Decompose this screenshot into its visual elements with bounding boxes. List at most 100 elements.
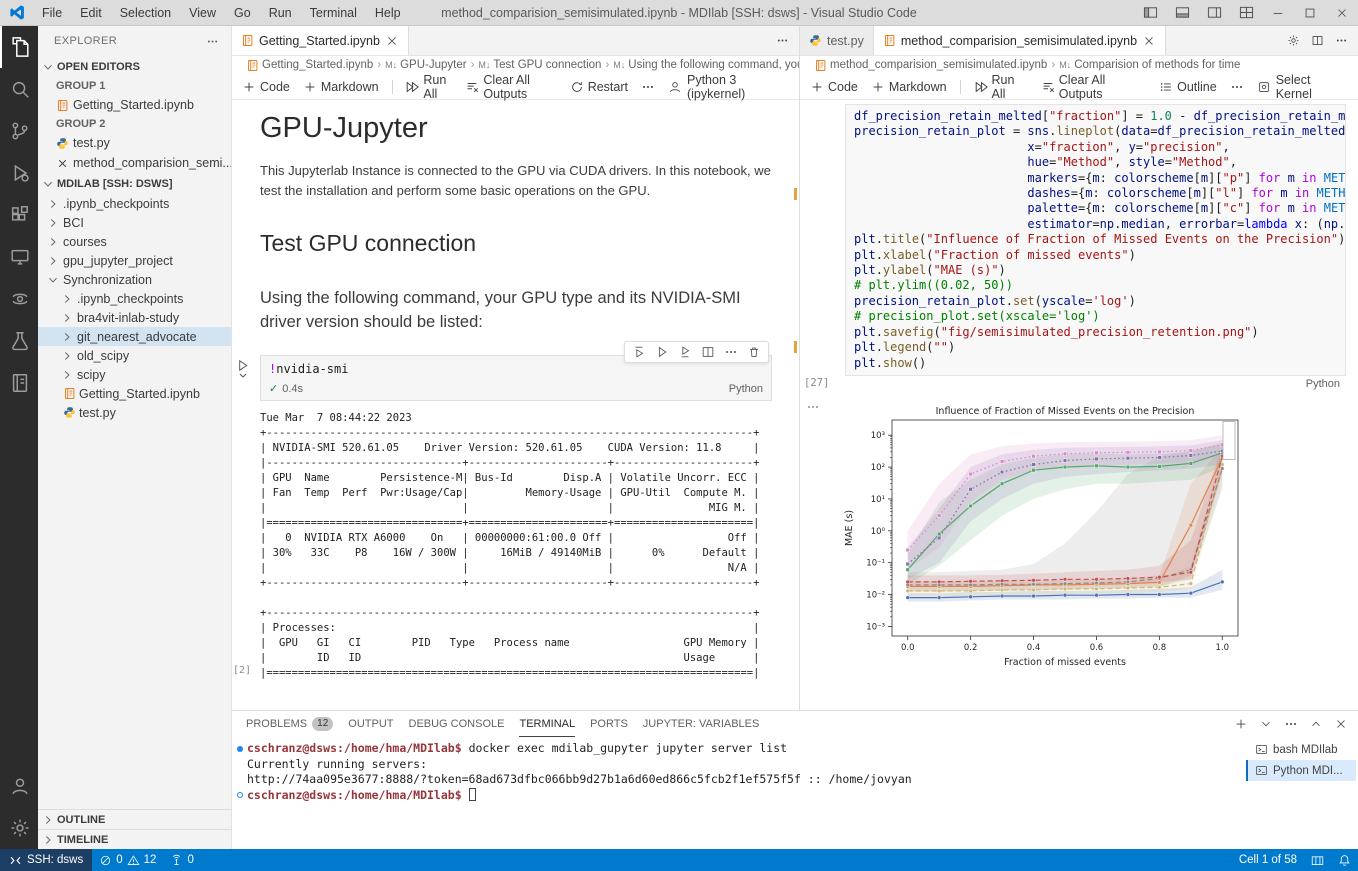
minimize-button[interactable] [1262,0,1294,25]
activitybar-extensions[interactable] [0,194,38,236]
problems-indicator[interactable]: 0 12 [92,849,163,871]
panel-tab-ports[interactable]: PORTS [590,711,628,737]
menu-file[interactable]: File [33,0,71,25]
menu-go[interactable]: Go [225,0,260,25]
breadcrumb-item[interactable]: method_comparision_semisimulated.ipynb [814,59,1047,72]
panel-tab-output[interactable]: OUTPUT [348,711,393,737]
notebook-settings-gear-icon[interactable] [1287,34,1300,47]
activitybar-jupyter[interactable] [0,278,38,320]
toolbar-outline[interactable]: Outline [1159,80,1217,94]
panel-more-actions-icon[interactable] [1284,717,1298,731]
toolbar-more[interactable] [641,80,655,94]
menu-terminal[interactable]: Terminal [301,0,366,25]
tree-item-synchronization[interactable]: Synchronization [38,270,231,289]
tab-test-py[interactable]: test.py [800,26,874,55]
menu-view[interactable]: View [180,0,225,25]
activitybar-settings[interactable] [0,807,38,849]
close-icon[interactable] [56,157,69,170]
panel-tab-debug-console[interactable]: DEBUG CONSOLE [409,711,505,737]
open-editor-item[interactable]: Getting_Started.ipynb [38,95,231,115]
panel-tab-terminal[interactable]: TERMINAL [519,711,576,737]
tab-method-comparision-semisimulated-ipynb[interactable]: method_comparision_semisimulated.ipynb [873,26,1167,55]
toolbar-more[interactable] [1230,80,1244,94]
activitybar-explorer[interactable] [0,26,38,68]
breadcrumb-item[interactable]: M↓ Test GPU connection [478,59,601,71]
command-decoration-icon[interactable] [232,792,247,799]
toolbar-clear-all-outputs[interactable]: Clear All Outputs [465,73,556,101]
terminal-instance-bash-mdilab[interactable]: bash MDIlab [1246,739,1356,760]
tree-item-gpu-jupyter-project[interactable]: gpu_jupyter_project [38,251,231,270]
ports-indicator[interactable]: 0 [163,849,200,871]
cell-indicator[interactable]: Cell 1 of 58 [1232,849,1304,871]
activitybar-testing[interactable] [0,320,38,362]
tree-item-ipynb-checkpoints[interactable]: .ipynb_checkpoints [38,289,231,308]
notifications-indicator[interactable] [1331,849,1358,871]
split-cell-icon[interactable] [701,345,715,359]
terminal-viewport[interactable]: cschranz@dsws:/home/hma/MDIlab$ docker e… [232,737,1246,849]
sidebar-section-timeline[interactable]: TIMELINE [38,829,231,849]
activitybar-remote-explorer[interactable] [0,236,38,278]
menu-edit[interactable]: Edit [71,0,111,25]
maximize-button[interactable] [1294,0,1326,25]
command-decoration-icon[interactable] [232,745,247,752]
close-tab-icon[interactable] [1142,34,1156,48]
open-editors-header[interactable]: OPEN EDITORS [38,56,231,77]
customize-layout-icon[interactable] [1230,0,1262,25]
breadcrumb-item[interactable]: M↓ Comparision of methods for time [1059,59,1240,71]
toolbar-run-all[interactable]: Run All [405,73,452,101]
tree-item-scipy[interactable]: scipy [38,365,231,384]
toolbar-clear-all-outputs[interactable]: Clear All Outputs [1041,73,1146,101]
terminal-dropdown-chevron-icon[interactable] [1259,717,1273,731]
sidebar-section-outline[interactable]: OUTLINE [38,809,231,829]
execute-below-icon[interactable] [678,345,692,359]
close-window-button[interactable] [1326,0,1358,25]
close-panel-icon[interactable] [1334,717,1348,731]
activitybar-run-debug[interactable] [0,152,38,194]
select-kernel-button[interactable]: Select Kernel [1257,73,1348,101]
editor-actions-more-icon[interactable] [776,34,789,47]
toolbar-run-all[interactable]: Run All [974,73,1028,101]
activitybar-account[interactable] [0,765,38,807]
panel-tab-problems[interactable]: PROBLEMS 12 [246,711,334,737]
breadcrumb-item[interactable]: Getting_Started.ipynb [246,59,373,72]
menu-run[interactable]: Run [260,0,301,25]
toggle-secondary-sidebar-icon[interactable] [1198,0,1230,25]
toolbar-code[interactable]: Code [810,80,858,94]
tree-item-getting-started-ipynb[interactable]: Getting_Started.ipynb [38,384,231,403]
breadcrumb-item[interactable]: M↓ GPU-Jupyter [385,59,466,71]
terminal-instance-python-mdi[interactable]: Python MDI... [1246,760,1356,781]
maximize-panel-icon[interactable] [1309,717,1323,731]
tree-item-courses[interactable]: courses [38,232,231,251]
activitybar-search[interactable] [0,68,38,110]
tree-item-bra4vit-inlab-study[interactable]: bra4vit-inlab-study [38,308,231,327]
menu-help[interactable]: Help [366,0,410,25]
menu-selection[interactable]: Selection [111,0,180,25]
tree-item-old-scipy[interactable]: old_scipy [38,346,231,365]
editor-actions-more-icon[interactable] [1335,34,1348,47]
breadcrumb-item[interactable]: M↓Using the following command, your GPU … [613,59,799,71]
panel-tab-jupyter-variables[interactable]: JUPYTER: VARIABLES [643,711,760,737]
tree-item-test-py[interactable]: test.py [38,403,231,422]
execute-above-icon[interactable] [632,345,646,359]
activitybar-notebook[interactable] [0,362,38,404]
kernel-picker[interactable]: Python 3 (ipykernel) [668,73,789,101]
split-editor-icon[interactable] [1311,34,1324,47]
explorer-more-actions-icon[interactable] [206,35,219,48]
new-terminal-icon[interactable] [1234,717,1248,731]
activitybar-source-control[interactable] [0,110,38,152]
workspace-header[interactable]: MDILAB [SSH: DSWS] [38,173,231,194]
toolbar-code[interactable]: Code [242,80,290,94]
open-editor-item[interactable]: method_comparision_semi... [38,153,231,173]
tree-item-bci[interactable]: BCI [38,213,231,232]
tree-item-git-nearest-advocate[interactable]: git_nearest_advocate [38,327,231,346]
close-tab-icon[interactable] [385,34,399,48]
open-editor-item[interactable]: test.py [38,133,231,153]
cell-more-actions-icon[interactable] [724,345,738,359]
cell-more-actions-icon[interactable] [806,400,820,417]
delete-cell-icon[interactable] [747,345,761,359]
remote-indicator[interactable]: SSH: dsws [0,849,93,871]
toggle-primary-sidebar-icon[interactable] [1134,0,1166,25]
editor-layout-indicator[interactable] [1304,849,1331,871]
toggle-panel-icon[interactable] [1166,0,1198,25]
toolbar-markdown[interactable]: Markdown [303,80,379,94]
